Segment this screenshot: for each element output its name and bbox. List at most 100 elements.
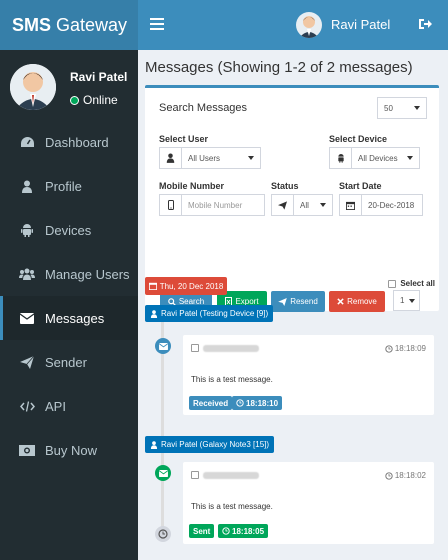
clock-icon: [385, 344, 393, 353]
envelope-icon: [19, 310, 35, 326]
header-user-name[interactable]: Ravi Patel: [331, 17, 390, 32]
close-icon: [337, 298, 344, 305]
device-badge-label: Ravi Patel (Galaxy Note3 [15]): [161, 440, 270, 449]
remove-button-label: Remove: [347, 297, 377, 306]
paper-plane-icon: [19, 354, 35, 370]
date-badge-label: Thu, 20 Dec 2018: [159, 281, 224, 291]
top-navbar: Ravi Patel: [138, 0, 448, 50]
resend-button-label: Resend: [290, 297, 318, 306]
sidebar-item-manage-users[interactable]: Manage Users: [0, 252, 138, 296]
user-icon: [160, 148, 182, 168]
logo-bold-text: SMS: [12, 15, 52, 35]
mobile-number-placeholder: Mobile Number: [188, 200, 243, 210]
message-header: [191, 344, 259, 352]
message-text: This is a test message.: [191, 375, 273, 384]
sidebar-item-label: Devices: [45, 222, 92, 238]
sidebar-item-sender[interactable]: Sender: [0, 340, 138, 384]
message-time: 18:18:09: [385, 344, 426, 353]
status-time-value: 18:18:10: [246, 398, 279, 408]
device-badge: Ravi Patel (Testing Device [9]): [145, 305, 274, 322]
page-title: Messages (Showing 1-2 of 2 messages): [145, 59, 413, 76]
chevron-down-icon: [248, 156, 254, 160]
clock-icon: [385, 471, 393, 480]
mobile-phone-icon: [160, 195, 182, 215]
users-icon: [19, 266, 35, 282]
sidebar-item-messages[interactable]: Messages: [0, 296, 138, 340]
message-card: 18:18:02 This is a test message. Sent 18…: [183, 462, 434, 544]
sidebar-item-label: API: [45, 398, 66, 414]
checkbox[interactable]: [388, 279, 397, 288]
status-select-value: All: [300, 200, 309, 210]
user-icon: [150, 309, 158, 318]
sidebar-item-label: Manage Users: [45, 266, 130, 282]
clock-icon: [222, 527, 230, 535]
device-badge: Ravi Patel (Galaxy Note3 [15]): [145, 436, 275, 453]
sidebar-menu: Dashboard Profile Devices Manage Users M…: [0, 120, 138, 472]
sidebar-item-api[interactable]: API: [0, 384, 138, 428]
status-select[interactable]: All: [271, 194, 333, 216]
sidebar-item-devices[interactable]: Devices: [0, 208, 138, 252]
mobile-number-label: Mobile Number: [159, 181, 225, 191]
paper-plane-icon: [272, 195, 294, 215]
bulk-count-value: 1: [400, 296, 405, 305]
logo-rest-text: Gateway: [51, 15, 128, 35]
app-logo[interactable]: SMS Gateway: [0, 0, 138, 50]
select-all-label: Select all: [400, 279, 435, 288]
dashboard-icon: [19, 134, 35, 150]
remove-button[interactable]: Remove: [329, 291, 385, 312]
sidebar: Ravi Patel Online Dashboard Profile Devi…: [0, 50, 138, 560]
user-select-value: All Users: [188, 153, 221, 163]
start-date-field[interactable]: 20-Dec-2018: [339, 194, 423, 216]
mobile-number-field[interactable]: Mobile Number: [159, 194, 265, 216]
bulk-count-select[interactable]: 1: [393, 290, 420, 311]
sign-out-icon[interactable]: [418, 18, 432, 30]
money-icon: [19, 442, 35, 458]
online-status: Online: [70, 93, 118, 107]
calendar-icon: [148, 282, 157, 290]
checkbox[interactable]: [191, 344, 199, 352]
page-size-select[interactable]: 50: [377, 97, 427, 119]
search-heading: Search Messages: [159, 102, 248, 114]
android-icon: [330, 148, 352, 168]
status-label: Status: [271, 181, 299, 191]
message-header: [191, 471, 259, 479]
chevron-down-icon: [320, 203, 326, 207]
sidebar-item-dashboard[interactable]: Dashboard: [0, 120, 138, 164]
message-card: 18:18:09 This is a test message. Receive…: [183, 335, 434, 415]
envelope-icon: [155, 465, 171, 481]
device-select-value: All Devices: [358, 153, 398, 163]
sidebar-user-name: Ravi Patel: [70, 70, 128, 84]
sidebar-item-label: Sender: [45, 354, 87, 370]
start-date-label: Start Date: [339, 181, 382, 191]
sidebar-item-profile[interactable]: Profile: [0, 164, 138, 208]
paper-plane-icon: [278, 297, 288, 306]
android-icon: [19, 222, 35, 238]
device-select[interactable]: All Devices: [329, 147, 420, 169]
status-badge: Sent: [189, 524, 215, 538]
avatar[interactable]: [296, 12, 322, 38]
select-user-label: Select User: [159, 134, 209, 144]
chevron-down-icon: [414, 106, 420, 110]
status-time-value: 18:18:05: [232, 526, 265, 536]
online-status-label: Online: [83, 93, 118, 107]
device-badge-label: Ravi Patel (Testing Device [9]): [161, 309, 269, 318]
sidebar-item-label: Dashboard: [45, 134, 109, 150]
sidebar-item-buy-now[interactable]: Buy Now: [0, 428, 138, 472]
status-badge: Received: [189, 396, 233, 410]
message-time-value: 18:18:09: [394, 344, 426, 353]
envelope-icon: [155, 338, 171, 354]
menu-toggle-icon[interactable]: [150, 18, 164, 33]
select-all-checkbox[interactable]: Select all: [388, 279, 435, 288]
chevron-down-icon: [409, 298, 415, 303]
calendar-icon: [340, 195, 362, 215]
resend-button[interactable]: Resend: [271, 291, 325, 312]
sidebar-item-label: Messages: [45, 310, 105, 326]
user-select[interactable]: All Users: [159, 147, 261, 169]
code-icon: [19, 398, 35, 414]
timeline-end-clock-icon: [155, 526, 171, 542]
start-date-value: 20-Dec-2018: [368, 200, 415, 210]
page-size-value: 50: [384, 103, 393, 113]
checkbox[interactable]: [191, 471, 199, 479]
user-icon: [150, 440, 158, 449]
select-device-label: Select Device: [329, 134, 388, 144]
